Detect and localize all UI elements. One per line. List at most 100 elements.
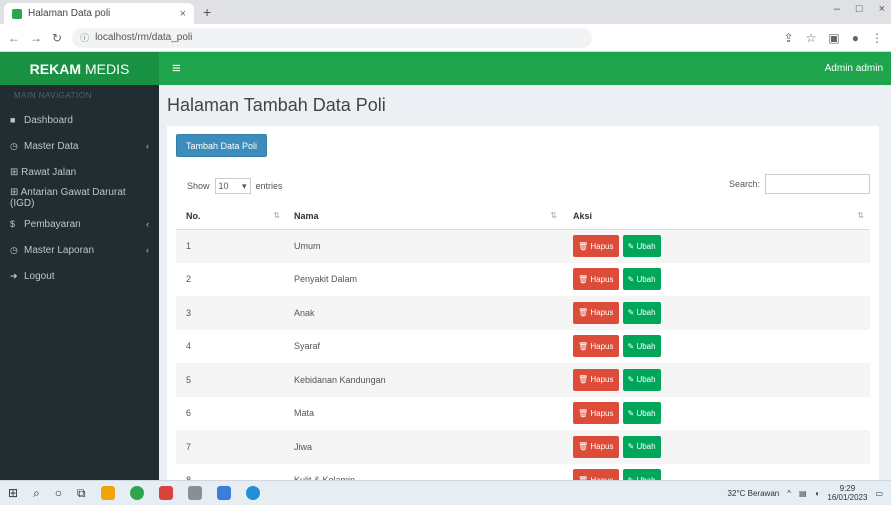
- back-icon[interactable]: ←: [8, 31, 20, 45]
- delete-button[interactable]: 🗑 Hapus: [573, 368, 619, 391]
- cell-aksi: 🗑 Hapus✎ Ubah: [563, 229, 870, 263]
- hamburger-menu-icon[interactable]: ≡: [172, 60, 181, 77]
- table-row: 5 Kebidanan Kandungan 🗑 Hapus ✎ Ubah: [176, 363, 870, 397]
- clock-icon: ◷: [10, 244, 18, 255]
- url-input[interactable]: ⓘ localhost/rm/data_poli: [72, 27, 593, 48]
- sidebar-item-dashboard[interactable]: ■ Dashboard: [0, 107, 159, 133]
- minimize-button[interactable]: –: [834, 3, 840, 15]
- search-icon[interactable]: ⌕: [33, 486, 40, 501]
- sidebar-item-master-laporan[interactable]: ◷ Master Laporan ‹: [0, 237, 159, 263]
- dashboard-icon: ■: [10, 115, 16, 125]
- sidebar-item-label: Master Laporan: [24, 244, 95, 256]
- maximize-button[interactable]: □: [856, 3, 863, 15]
- volume-icon[interactable]: ◖: [815, 489, 820, 498]
- edit-button[interactable]: ✎ Ubah: [622, 368, 661, 391]
- mail-icon[interactable]: [216, 486, 231, 500]
- brand-bold: REKAM: [29, 60, 81, 77]
- tab-close-icon[interactable]: ×: [180, 8, 186, 20]
- clock-time: 9:29: [839, 484, 856, 493]
- network-icon[interactable]: ▤: [799, 489, 807, 498]
- cell-aksi: 🗑 Hapus✎ Ubah: [563, 430, 870, 464]
- edit-button[interactable]: ✎ Ubah: [622, 268, 661, 291]
- delete-button[interactable]: 🗑 Hapus: [573, 268, 619, 291]
- sidepanel-icon[interactable]: ▣: [828, 31, 839, 45]
- window-close-button[interactable]: ×: [879, 3, 885, 15]
- cell-nama: Anak: [294, 307, 315, 318]
- dollar-icon: $: [10, 219, 16, 229]
- sidebar-item-master-data[interactable]: ◷ Master Data ‹: [0, 133, 159, 159]
- sidebar-item-igd[interactable]: ⊞ Antarian Gawat Darurat (IGD): [0, 185, 159, 211]
- start-icon[interactable]: ⊞: [8, 486, 18, 500]
- chevron-down-icon: ▾: [241, 180, 247, 191]
- cell-nama: Jiwa: [294, 441, 313, 452]
- edit-button[interactable]: ✎ Ubah: [622, 335, 661, 358]
- sidebar-item-logout[interactable]: ➜ Logout: [0, 263, 159, 289]
- column-header-aksi[interactable]: Aksi ⇅: [563, 203, 870, 230]
- entries-select[interactable]: 10 ▾: [214, 178, 251, 194]
- edit-button[interactable]: ✎ Ubah: [622, 301, 661, 324]
- new-tab-button[interactable]: +: [203, 4, 211, 20]
- cell-no: 6: [186, 408, 192, 419]
- edit-button[interactable]: ✎ Ubah: [622, 402, 661, 425]
- table-row: 3 Anak 🗑 Hapus ✎ Ubah: [176, 296, 870, 330]
- clock-icon: ◷: [10, 140, 18, 151]
- app-icon[interactable]: [158, 486, 173, 500]
- info-icon[interactable]: ⓘ: [80, 31, 89, 44]
- cell-aksi: 🗑 Hapus✎ Ubah: [563, 330, 870, 364]
- add-poli-button[interactable]: Tambah Data Poli: [176, 134, 268, 157]
- cell-no: 4: [186, 341, 192, 352]
- menu-dots-icon[interactable]: ⋮: [871, 31, 883, 45]
- cell-aksi: 🗑 Hapus✎ Ubah: [563, 363, 870, 397]
- search-input[interactable]: [765, 174, 870, 194]
- favicon-icon: [12, 8, 22, 19]
- share-icon[interactable]: ⇪: [784, 31, 794, 45]
- file-explorer-icon[interactable]: [100, 486, 115, 500]
- address-bar: ← → ↻ ⓘ localhost/rm/data_poli ⇪ ☆ ▣ ● ⋮: [0, 24, 891, 52]
- delete-button[interactable]: 🗑 Hapus: [573, 435, 619, 458]
- sidebar-item-label: Pembayaran: [24, 218, 81, 230]
- clock[interactable]: 9:29 16/01/2023: [827, 484, 867, 502]
- delete-button[interactable]: 🗑 Hapus: [573, 335, 619, 358]
- profile-icon[interactable]: ●: [852, 31, 859, 45]
- chrome-icon[interactable]: [129, 486, 144, 500]
- user-menu[interactable]: Admin admin: [825, 63, 883, 74]
- sidebar-item-rawat-jalan[interactable]: ⊞ Rawat Jalan: [0, 159, 159, 185]
- weather-text[interactable]: 32°C Berawan: [728, 489, 780, 498]
- column-header-nama[interactable]: Nama ⇅: [286, 203, 563, 230]
- edge-icon[interactable]: [245, 486, 260, 500]
- store-icon[interactable]: [187, 486, 202, 500]
- table-row: 1 Umum 🗑 Hapus ✎ Ubah: [176, 229, 870, 263]
- browser-tab[interactable]: Halaman Data poli ×: [4, 3, 194, 24]
- sort-icon: ⇅: [857, 211, 864, 220]
- column-header-no[interactable]: No. ⇅: [176, 203, 286, 230]
- edit-button[interactable]: ✎ Ubah: [622, 235, 661, 257]
- star-icon[interactable]: ☆: [806, 31, 817, 45]
- task-view-icon[interactable]: ⧉: [77, 486, 86, 501]
- app-header: REKAM MEDIS ≡ Admin admin: [0, 52, 891, 85]
- entries-label: entries: [255, 181, 283, 191]
- delete-button[interactable]: 🗑 Hapus: [573, 402, 619, 425]
- reload-icon[interactable]: ↻: [52, 31, 62, 45]
- cell-no: 3: [186, 307, 192, 318]
- search-box: Search:: [729, 174, 870, 194]
- sort-icon: ⇅: [550, 211, 557, 220]
- main-content: Halaman Tambah Data Poli Tambah Data Pol…: [159, 85, 891, 492]
- sidebar-item-label: ⊞ Rawat Jalan: [10, 166, 77, 178]
- delete-button[interactable]: 🗑 Hapus: [573, 235, 619, 257]
- brand-logo[interactable]: REKAM MEDIS: [0, 52, 159, 85]
- brand-rest: MEDIS: [85, 60, 130, 77]
- forward-icon[interactable]: →: [30, 31, 42, 45]
- clock-date: 16/01/2023: [827, 493, 868, 502]
- chevron-left-icon: ‹: [146, 141, 149, 151]
- notification-icon[interactable]: ▭: [875, 489, 883, 498]
- cell-no: 5: [186, 374, 192, 385]
- sidebar-item-pembayaran[interactable]: $ Pembayaran ‹: [0, 211, 159, 237]
- cell-nama: Syaraf: [294, 341, 321, 352]
- show-entries: Show 10 ▾ entries: [187, 178, 283, 194]
- tray-chevron-icon[interactable]: ^: [787, 489, 791, 498]
- edit-button[interactable]: ✎ Ubah: [622, 435, 661, 458]
- url-text: localhost/rm/data_poli: [95, 32, 193, 43]
- cortana-icon[interactable]: ○: [55, 486, 62, 500]
- table-header-row: No. ⇅ Nama ⇅ Aksi ⇅: [176, 203, 870, 230]
- delete-button[interactable]: 🗑 Hapus: [573, 301, 619, 324]
